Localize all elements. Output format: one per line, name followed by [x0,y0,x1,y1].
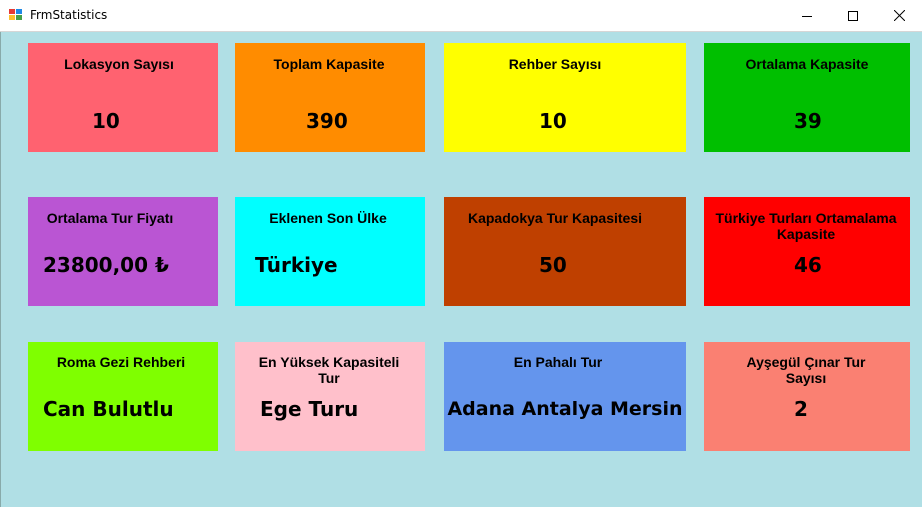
app-icon [9,9,23,21]
card-label: Ortalama Tur Fiyatı [46,210,174,226]
window-title: FrmStatistics [30,8,108,22]
card-value: 10 [539,109,567,133]
card-roma-gezi-rehberi: Roma Gezi Rehberi Can Bulutlu [28,342,218,451]
maximize-icon [848,10,858,21]
card-label: Roma Gezi Rehberi [56,354,186,370]
card-label: Toplam Kapasite [273,56,385,72]
card-label: Rehber Sayısı [508,56,602,72]
close-icon [893,10,905,21]
card-value: Adana Antalya Mersin [447,398,683,420]
card-label: En Pahalı Tur [513,354,603,370]
card-value: Türkiye [255,253,338,277]
card-value: 390 [306,109,348,133]
title-bar[interactable]: FrmStatistics [0,0,922,32]
card-label: Ayşegül Çınar Tur Sayısı [746,354,866,386]
card-lokasyon-sayisi: Lokasyon Sayısı 10 [28,43,218,152]
card-ortalama-tur-fiyati: Ortalama Tur Fiyatı 23800,00 ₺ [28,197,218,306]
minimize-button[interactable] [784,0,830,31]
maximize-button[interactable] [830,0,876,31]
card-rehber-sayisi: Rehber Sayısı 10 [444,43,686,152]
card-en-yuksek-kapasiteli-tur: En Yüksek Kapasiteli Tur Ege Turu [235,342,425,451]
card-kapadokya-tur-kapasitesi: Kapadokya Tur Kapasitesi 50 [444,197,686,306]
card-turkiye-turlari-ortalama-kapasite: Türkiye Turları Ortamalama Kapasite 46 [704,197,910,306]
card-ortalama-kapasite: Ortalama Kapasite 39 [704,43,910,152]
card-value: 39 [794,109,822,133]
minimize-icon [802,15,812,17]
card-value: 2 [794,397,808,421]
card-value: 50 [539,253,567,277]
card-label: Ortalama Kapasite [745,56,869,72]
card-label: En Yüksek Kapasiteli Tur [258,354,400,386]
card-toplam-kapasite: Toplam Kapasite 390 [235,43,425,152]
card-value: Ege Turu [260,397,359,421]
card-value: 23800,00 ₺ [43,253,169,277]
card-label: Kapadokya Tur Kapasitesi [467,210,643,226]
form-client-area: Lokasyon Sayısı 10 Toplam Kapasite 390 R… [0,32,922,507]
card-label: Eklenen Son Ülke [269,210,387,226]
card-en-pahali-tur: En Pahalı Tur Adana Antalya Mersin [444,342,686,451]
card-label: Lokasyon Sayısı [64,56,174,72]
card-value: 10 [92,109,120,133]
card-aysegul-cinar-tur-sayisi: Ayşegül Çınar Tur Sayısı 2 [704,342,910,451]
close-button[interactable] [876,0,922,31]
card-eklenen-son-ulke: Eklenen Son Ülke Türkiye [235,197,425,306]
card-value: 46 [794,253,822,277]
card-value: Can Bulutlu [43,397,174,421]
card-label: Türkiye Turları Ortamalama Kapasite [715,210,897,242]
